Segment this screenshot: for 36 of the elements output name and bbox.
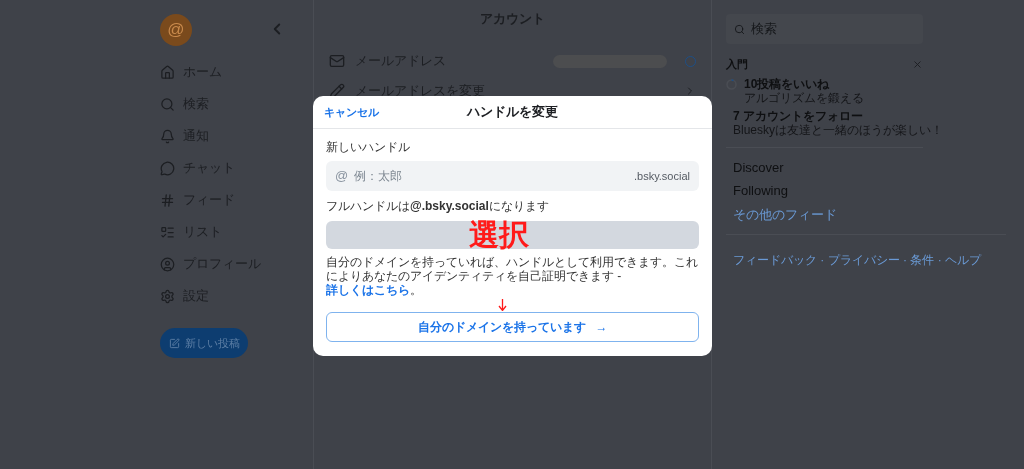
more-feeds-link[interactable]: その他のフィード [733, 204, 923, 224]
handle-input[interactable]: 例：太郎 [354, 167, 634, 185]
annotation-label: 選択 [469, 219, 529, 251]
full-handle-note: フルハンドルは@.bsky.socialになります [326, 198, 550, 215]
list-icon [160, 224, 175, 240]
feed-link[interactable]: Following [733, 181, 923, 201]
settings-icon [160, 288, 175, 304]
bell-icon [160, 128, 175, 144]
progress-ring-icon [726, 78, 737, 90]
feed-link[interactable]: Discover [733, 157, 923, 177]
field-label: 新しいハンドル [326, 139, 411, 156]
learn-more-link[interactable]: 詳しくはこちら [326, 283, 410, 297]
handle-input-field[interactable]: @ 例：太郎 .bsky.social [326, 161, 699, 191]
task-title: 10投稿をいいね [744, 76, 831, 91]
footer-links[interactable]: フィードバック · プライバシー · 条件 · ヘルプ [733, 253, 981, 267]
search-icon [160, 96, 175, 112]
section-title: 入門 [726, 57, 748, 72]
custom-domain-info: 自分のドメインを持っていれば、ハンドルとして利用できます。これによりあなたのアイデンティティを自己証明できます - 詳しくはこちら。 [326, 255, 699, 297]
mail-icon [329, 53, 345, 69]
avatar[interactable]: @ [160, 14, 192, 46]
chat-bubble-icon [160, 160, 175, 176]
home-icon [160, 64, 175, 80]
pencil-icon [329, 83, 345, 99]
compose-icon [168, 337, 180, 349]
cancel-button[interactable]: キャンセル [324, 103, 379, 121]
new-post-button[interactable]: 新しい投稿 [160, 328, 248, 358]
domain-suffix: .bsky.social [633, 168, 690, 184]
annotation-arrow [498, 299, 507, 311]
user-icon [160, 256, 175, 272]
custom-domain-button[interactable]: 自分のドメインを持っています → [326, 312, 699, 342]
save-button[interactable] [326, 221, 699, 249]
close-icon[interactable] [912, 58, 923, 70]
at-prefix: @ [335, 167, 349, 186]
dialog-title: ハンドルを変更 [467, 103, 558, 122]
search-icon [734, 23, 745, 35]
hash-icon [160, 192, 175, 208]
